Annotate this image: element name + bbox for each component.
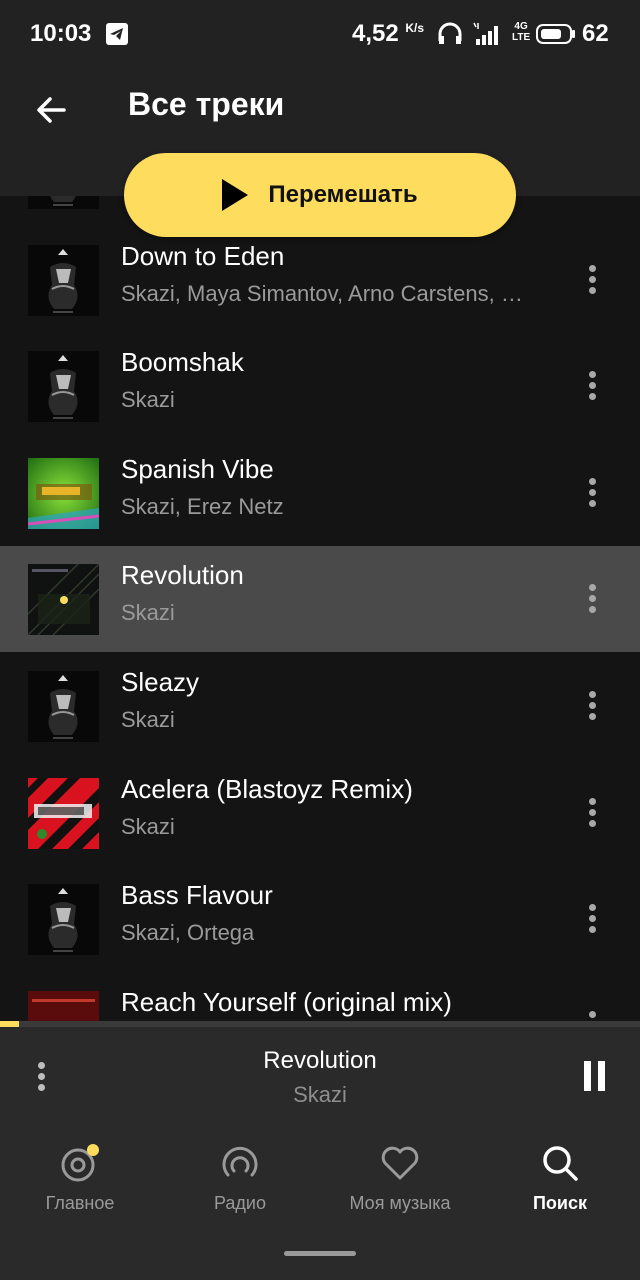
- network-type: 4G LTE: [512, 21, 530, 43]
- bottom-navigation: Главное Радио Моя музыка Поиск: [0, 1127, 640, 1280]
- album-cover: [28, 196, 99, 209]
- headphones-icon: [438, 22, 462, 44]
- more-options-icon[interactable]: [580, 690, 604, 723]
- more-options-icon[interactable]: [580, 1010, 604, 1021]
- network-speed-value: 4,52: [352, 20, 399, 47]
- more-options-icon[interactable]: [580, 797, 604, 830]
- track-title: Reach Yourself (original mix): [121, 986, 452, 1017]
- player-track-title: Revolution: [263, 1047, 377, 1074]
- track-row[interactable]: Spanish Vibe Skazi, Erez Netz: [0, 440, 640, 546]
- network-type-main: 4G: [514, 21, 528, 32]
- album-cover: [28, 244, 99, 316]
- album-cover: [28, 457, 99, 529]
- album-cover: [28, 351, 99, 423]
- battery-level: 62: [582, 20, 609, 47]
- track-title: Spanish Vibe: [121, 453, 274, 484]
- track-title: Sleazy: [121, 666, 200, 697]
- track-list[interactable]: Down to Eden Skazi, Maya Simantov, Arno C…: [0, 196, 640, 1021]
- nav-radio[interactable]: Радио: [160, 1141, 320, 1231]
- page-title: Все треки: [128, 86, 285, 122]
- signal-icon: [473, 22, 498, 45]
- track-title: Boomshak: [121, 347, 244, 378]
- nav-home-label: Главное: [45, 1193, 115, 1213]
- more-options-icon[interactable]: [580, 477, 604, 510]
- track-artist: Skazi: [121, 813, 175, 839]
- nav-my-music-label: Моя музыка: [349, 1193, 451, 1213]
- radio-icon: [218, 1141, 262, 1185]
- pause-button[interactable]: [584, 1061, 606, 1091]
- home-indicator[interactable]: [284, 1251, 356, 1256]
- track-row[interactable]: Boomshak Skazi: [0, 333, 640, 439]
- track-row[interactable]: Bass Flavour Skazi, Ortega: [0, 866, 640, 972]
- track-row[interactable]: Revolution Skazi: [0, 546, 640, 653]
- track-artist: Skazi, Maya Simantov, Arno Carstens, …: [121, 280, 523, 306]
- arrow-left-icon: [37, 97, 66, 123]
- nav-radio-label: Радио: [214, 1193, 266, 1213]
- track-artist: Skazi, Erez Netz: [121, 493, 284, 519]
- track-artist: Skazi, Ortega: [121, 920, 255, 946]
- nav-search-label: Поиск: [532, 1193, 588, 1213]
- track-title: Down to Eden: [121, 240, 285, 271]
- album-cover: [28, 670, 99, 742]
- more-options-icon[interactable]: [580, 904, 604, 936]
- shuffle-button[interactable]: Перемешать: [124, 153, 516, 237]
- track-title: Acelera (Blastoyz Remix): [121, 773, 413, 804]
- nav-home[interactable]: Главное: [0, 1141, 160, 1231]
- track-artist: Skazi: [121, 706, 175, 732]
- nav-search[interactable]: Поиск: [480, 1141, 640, 1231]
- track-row[interactable]: Acelera (Blastoyz Remix) Skazi: [0, 760, 640, 866]
- mini-player[interactable]: Revolution Skazi: [0, 1027, 640, 1127]
- status-time: 10:03: [30, 20, 92, 47]
- more-options-icon[interactable]: [580, 584, 604, 616]
- network-speed: 4,52 K/s: [352, 20, 424, 48]
- track-artist: Skazi: [121, 600, 175, 626]
- track-row[interactable]: Sleazy Skazi: [0, 653, 640, 759]
- network-speed-unit: K/s: [405, 21, 425, 35]
- status-bar: 10:03 4,52 K/s 4G LTE 62: [0, 0, 640, 68]
- more-options-icon[interactable]: [580, 264, 604, 297]
- more-options-icon[interactable]: [580, 371, 604, 403]
- album-cover: [28, 884, 99, 956]
- track-artist: Skazi: [121, 387, 175, 413]
- heart-icon: [378, 1141, 422, 1185]
- track-row[interactable]: Reach Yourself (original mix): [0, 973, 640, 1021]
- back-button[interactable]: [30, 88, 74, 132]
- album-cover: [28, 564, 99, 636]
- track-title: Revolution: [121, 560, 244, 591]
- battery-icon: [536, 24, 576, 44]
- network-type-sub: LTE: [512, 32, 531, 43]
- track-title: Bass Flavour: [121, 880, 273, 911]
- telegram-icon: [106, 23, 128, 45]
- album-cover: [28, 990, 99, 1021]
- search-icon: [538, 1141, 582, 1185]
- play-icon: [222, 179, 249, 211]
- shuffle-label: Перемешать: [268, 181, 418, 208]
- album-cover: [28, 777, 99, 849]
- nav-my-music[interactable]: Моя музыка: [320, 1141, 480, 1231]
- player-track-artist: Skazi: [293, 1082, 347, 1107]
- home-disc-icon: [58, 1141, 102, 1185]
- track-row[interactable]: Down to Eden Skazi, Maya Simantov, Arno C…: [0, 227, 640, 333]
